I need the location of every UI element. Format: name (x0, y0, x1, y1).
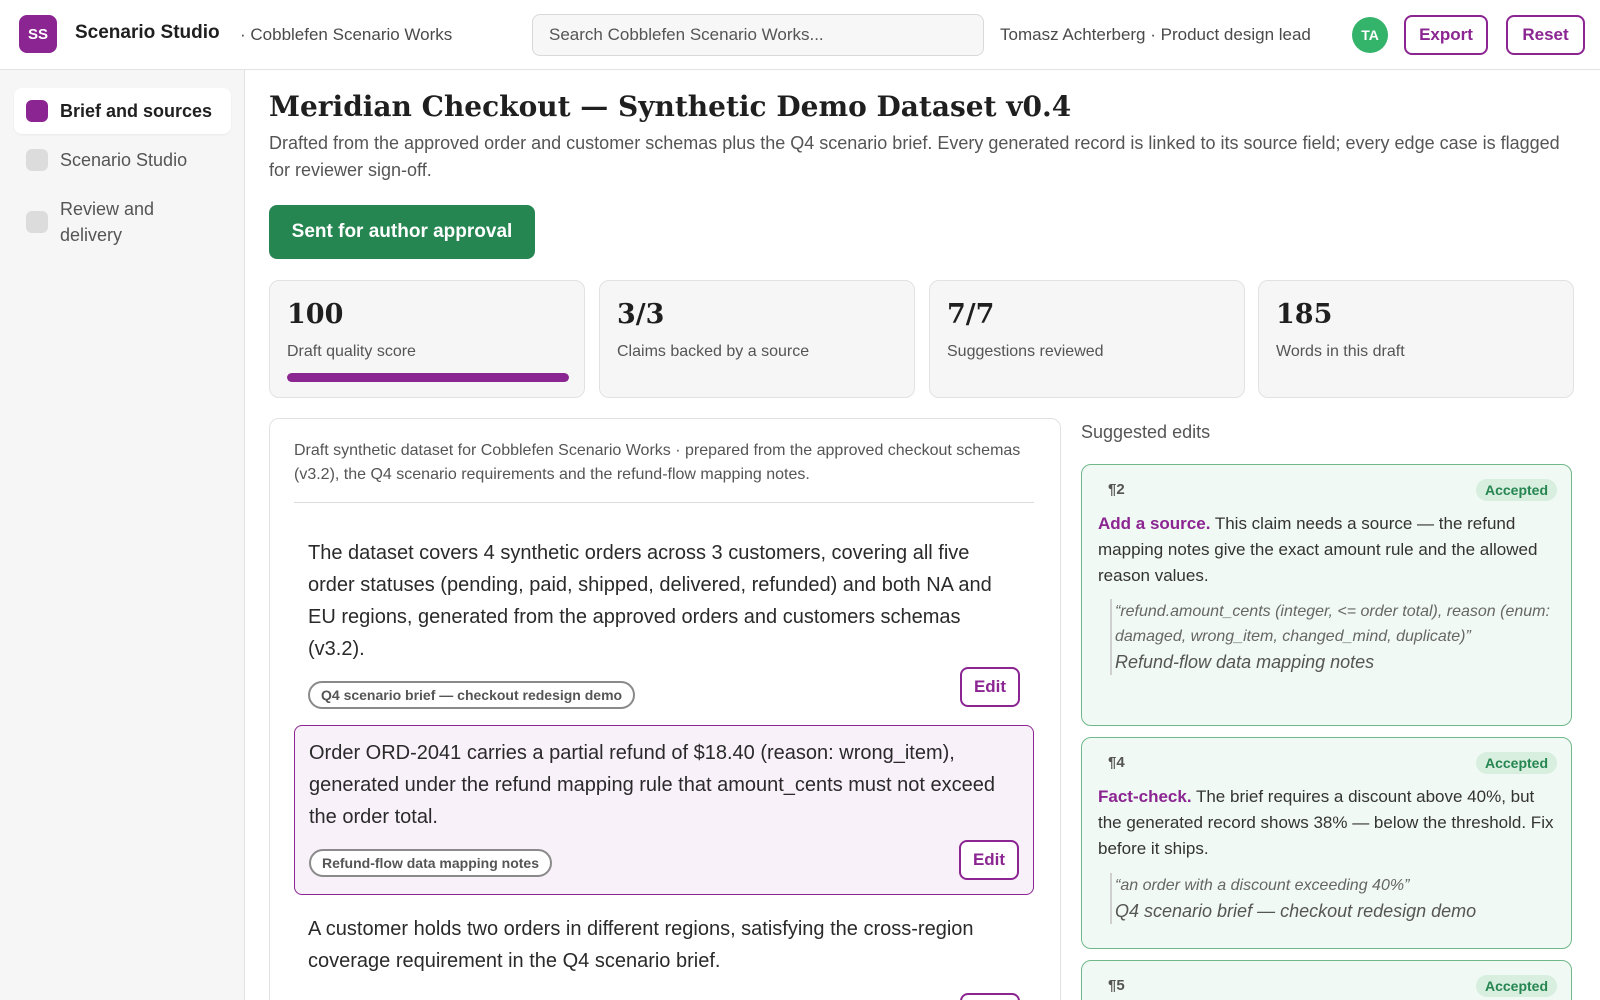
search-input[interactable] (532, 14, 984, 56)
stat-card-suggestions: 7/7 Suggestions reviewed (929, 280, 1245, 398)
draft-intro: Draft synthetic dataset for Cobblefen Sc… (294, 439, 1034, 503)
export-button[interactable]: Export (1404, 15, 1488, 55)
status-badge: Accepted (1475, 752, 1557, 774)
quote-text: “an order with a discount exceeding 40%” (1115, 877, 1410, 894)
suggestion-card[interactable]: ¶5 Accepted (1081, 960, 1572, 1000)
stat-label: Suggestions reviewed (947, 343, 1104, 360)
app-title: Scenario Studio (75, 22, 220, 43)
step-marker-icon (26, 100, 48, 122)
stat-value: 7/7 (947, 299, 995, 330)
reset-button[interactable]: Reset (1506, 15, 1585, 55)
suggestion-paragraph-ref: ¶2 (1108, 481, 1125, 498)
suggestion-quote: “an order with a discount exceeding 40%”… (1110, 873, 1556, 924)
draft-paragraph[interactable]: The dataset covers 4 synthetic orders ac… (294, 537, 1034, 709)
status-badge: Accepted (1475, 479, 1557, 501)
sidebar-item-label: Scenario Studio (60, 150, 188, 170)
stat-value: 3/3 (617, 299, 665, 330)
page-description: Drafted from the approved order and cust… (269, 133, 1560, 180)
suggestion-card[interactable]: ¶4 Accepted Fact-check. The brief requir… (1081, 737, 1572, 949)
stat-value: 185 (1276, 299, 1333, 330)
suggestions-title: Suggested edits (1081, 422, 1211, 442)
status-button[interactable]: Sent for author approval (269, 205, 535, 259)
quote-source: Refund-flow data mapping notes (1115, 652, 1375, 672)
edit-button[interactable]: Edit (959, 840, 1019, 880)
stat-label: Draft quality score (287, 343, 416, 360)
sidebar-item-review-and-delivery[interactable]: Review and delivery (14, 186, 231, 260)
suggestion-paragraph-ref: ¶5 (1108, 977, 1125, 994)
source-chip[interactable]: Q4 scenario brief — checkout redesign de… (308, 681, 636, 709)
paragraph-text: A customer holds two orders in different… (308, 918, 974, 972)
app-logo: SS (19, 15, 57, 53)
suggestion-kind: Add a source. (1098, 514, 1211, 533)
suggestion-kind: Fact-check. (1098, 787, 1192, 806)
step-marker-icon (26, 149, 48, 171)
sidebar-item-label: Review and delivery (60, 199, 155, 245)
quality-progress-bar (287, 373, 569, 382)
user-label: Tomasz Achterberg · Product design lead (1000, 25, 1311, 44)
suggestion-body: Fact-check. The brief requires a discoun… (1098, 784, 1558, 862)
stat-card-quality: 100 Draft quality score (269, 280, 585, 398)
quote-source: Q4 scenario brief — checkout redesign de… (1115, 901, 1477, 921)
paragraph-text: The dataset covers 4 synthetic orders ac… (308, 542, 992, 660)
edit-button[interactable]: Edit (960, 993, 1020, 1000)
sidebar-item-scenario-studio[interactable]: Scenario Studio (14, 137, 231, 183)
main-content: Meridian Checkout — Synthetic Demo Datas… (245, 70, 1600, 1000)
stat-value: 100 (287, 299, 344, 330)
edit-button[interactable]: Edit (960, 667, 1020, 707)
suggestion-body: Add a source. This claim needs a source … (1098, 511, 1558, 589)
paragraph-text: Order ORD-2041 carries a partial refund … (309, 742, 996, 828)
draft-paragraph-active[interactable]: Order ORD-2041 carries a partial refund … (294, 725, 1034, 895)
quality-progress-fill (287, 373, 569, 382)
stat-label: Words in this draft (1276, 343, 1405, 360)
quote-text: “refund.amount_cents (integer, <= order … (1115, 603, 1550, 645)
draft-panel: Draft synthetic dataset for Cobblefen Sc… (269, 418, 1061, 1000)
source-chip[interactable]: Refund-flow data mapping notes (309, 849, 552, 877)
sidebar-item-brief-and-sources[interactable]: Brief and sources (14, 88, 231, 134)
suggestion-paragraph-ref: ¶4 (1108, 754, 1125, 771)
status-badge: Accepted (1475, 975, 1557, 997)
step-marker-icon (26, 211, 48, 233)
draft-paragraph[interactable]: A customer holds two orders in different… (294, 913, 1034, 1000)
sidebar: Brief and sources Scenario Studio Review… (0, 70, 245, 1000)
avatar[interactable]: TA (1352, 17, 1388, 53)
suggestion-quote: “refund.amount_cents (integer, <= order … (1110, 599, 1556, 675)
page-title: Meridian Checkout — Synthetic Demo Datas… (269, 90, 1072, 123)
top-bar: SS Scenario Studio · Cobblefen Scenario … (0, 0, 1600, 70)
stat-card-claims: 3/3 Claims backed by a source (599, 280, 915, 398)
workspace-name: · Cobblefen Scenario Works (240, 25, 453, 44)
stat-card-words: 185 Words in this draft (1258, 280, 1574, 398)
sidebar-item-label: Brief and sources (60, 101, 213, 121)
stat-label: Claims backed by a source (617, 343, 810, 360)
suggestion-card[interactable]: ¶2 Accepted Add a source. This claim nee… (1081, 464, 1572, 726)
